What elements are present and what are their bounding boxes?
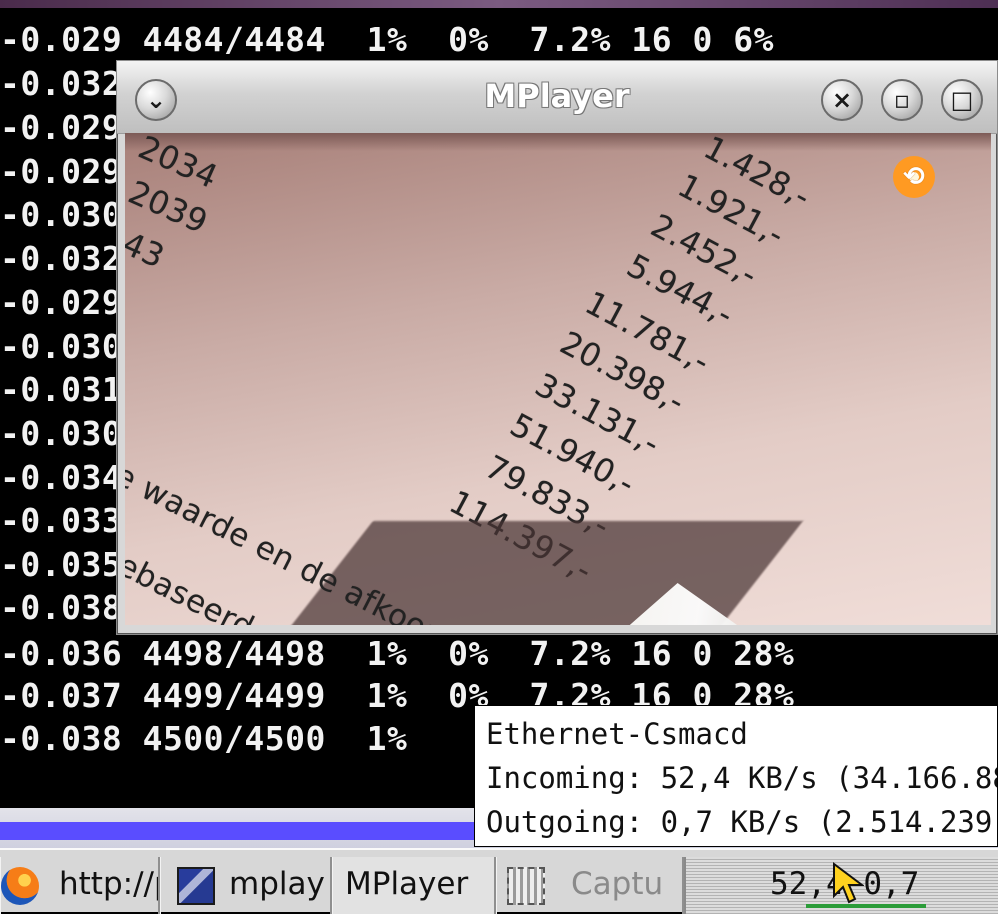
network-tooltip: Ethernet-Csmacd Incoming: 52,4 KB/s (34.… [474,705,998,847]
terminal-line: -0.034 [0,458,123,497]
firefox-icon [1,867,39,905]
maximize-icon: □ [950,86,974,114]
capture-icon [507,867,545,905]
maximize-button[interactable]: □ [941,79,983,121]
terminal-line: -0.029 4484/4484 1% 0% 7.2% 16 0 6% [0,20,774,59]
paper-edge [125,133,991,151]
mplayer-title: MPlayer [484,77,630,115]
taskbar-item-label: Captu [571,866,664,902]
terminal-line: -0.029 [0,283,123,322]
network-activity-graph [806,904,926,908]
mplayer-window[interactable]: ⌄ MPlayer × ▫ □ 2034 2039 43 1.428,- 1.9… [116,60,998,635]
taskbar-item-label: http://p [59,866,158,902]
terminal-line: -0.032 [0,239,123,278]
terminal-line: -0.036 4498/4498 1% 0% 7.2% 16 0 28% [0,634,795,673]
window-icon [177,867,215,905]
terminal-line: -0.033 [0,501,123,540]
taskbar-item-label: MPlayer [345,866,469,902]
video-left-number: 43 [125,224,171,276]
outgoing-rate: Outgoing: 0,7 KB/s (2.514.239 by [486,805,998,839]
terminal-line: -0.030 [0,327,123,366]
desktop-background [0,0,998,8]
terminal-line: -0.030 [0,414,123,453]
tooltip-title: Ethernet-Csmacd [486,717,748,751]
terminal-line: -0.035 [0,545,123,584]
terminal-line: -0.038 [0,588,123,627]
taskbar-item-capture[interactable]: Captu [496,857,684,914]
iconify-button[interactable]: ▫ [881,79,923,121]
tray-outgoing: 0,7 [863,866,920,902]
taskbar-item-mplay[interactable]: mplay [160,857,332,914]
terminal-line: -0.038 4500/4500 1% [0,719,408,758]
taskbar-item-mplayer[interactable]: MPlayer [332,857,496,914]
close-button[interactable]: × [821,79,863,121]
close-icon: × [831,86,853,114]
incoming-rate: Incoming: 52,4 KB/s (34.166.882 [486,761,998,795]
video-area[interactable]: 2034 2039 43 1.428,- 1.921,- 2.452,- 5.9… [125,133,991,625]
terminal-line: -0.029 [0,152,123,191]
iconify-icon: ▫ [893,86,911,114]
terminal-line: -0.032 [0,64,123,103]
taskbar-item-label: mplay [229,866,325,902]
taskbar-item-firefox[interactable]: http://p [0,857,160,914]
terminal-line: -0.029 [0,108,123,147]
mouse-cursor-icon [833,862,864,904]
terminal-line: -0.030 [0,195,123,234]
mplayer-titlebar[interactable]: ⌄ MPlayer × ▫ □ [117,61,997,134]
terminal-line: -0.031 [0,370,123,409]
refresh-icon[interactable]: ⟲ [893,156,935,198]
